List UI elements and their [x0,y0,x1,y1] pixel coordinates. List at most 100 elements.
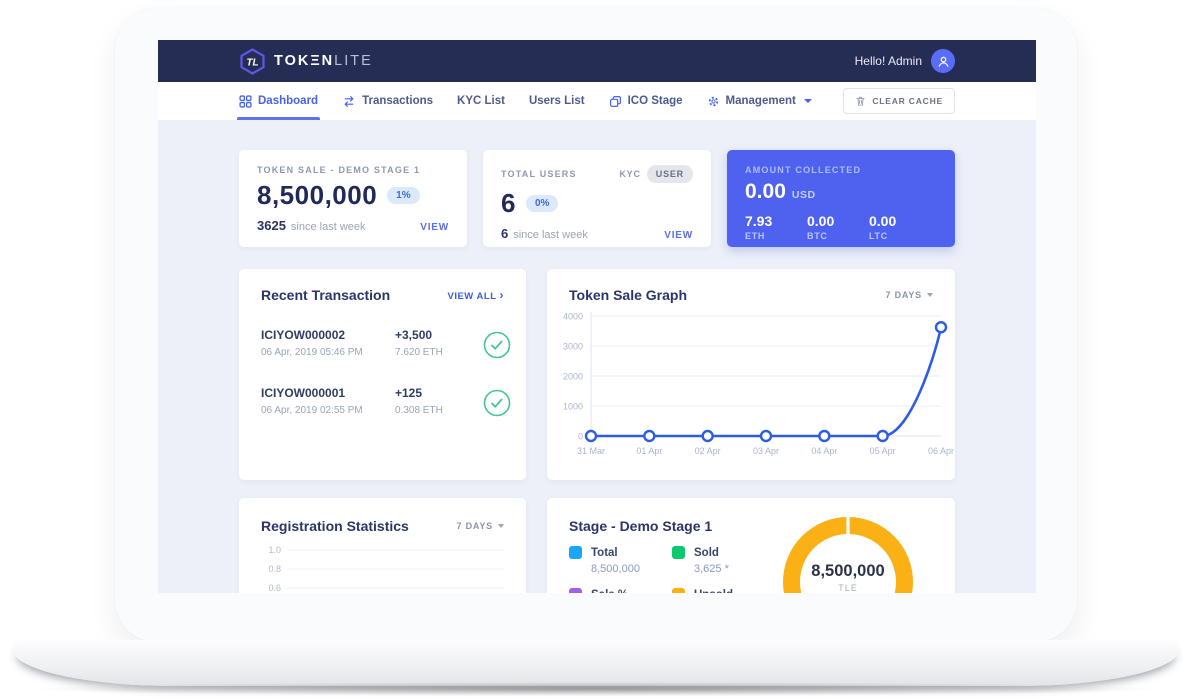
tab-label: KYC List [457,95,505,107]
svg-text:03 Apr: 03 Apr [753,446,779,456]
recent-transactions-card: Recent Transaction VIEW ALL › ICIYOW0000… [239,269,526,480]
registration-statistics-title: Registration Statistics [261,518,409,534]
token-sale-delta: 3625 [257,218,286,233]
transaction-id: ICIYOW000001 [261,386,395,400]
legend-swatch-unsold [672,588,685,593]
amount-btc: 0.00 BTC [807,213,869,241]
total-users-card: TOTAL USERS KYC USER 6 0% 6 si [483,150,711,247]
tab-dashboard[interactable]: Dashboard [239,82,318,120]
registration-statistics-card: Registration Statistics 7 DAYS 1.0 0.8 0.6 [239,498,526,593]
svg-text:05 Apr: 05 Apr [870,446,896,456]
amount-eth: 7.93 ETH [745,213,807,241]
amount-collected-card: AMOUNT COLLECTED 0.00 USD 7.93 ETH 0.00 [727,150,955,247]
stage-card: Stage - Demo Stage 1 Total 8,500,000 Sol… [547,498,955,593]
stage-gauge-chart: 8,500,000 TLE [773,498,923,593]
transaction-amount: +125 [395,386,483,400]
trash-icon [855,95,866,107]
tab-management[interactable]: Management [707,82,812,120]
tab-users-list[interactable]: Users List [529,82,585,120]
check-circle-icon [483,389,511,417]
svg-text:01 Apr: 01 Apr [636,446,662,456]
token-sale-chart: 0100020003000400031 Mar01 Apr02 Apr03 Ap… [547,308,955,466]
token-sale-percent-badge: 1% [387,187,419,204]
amount-ltc: 0.00 LTC [869,213,931,241]
laptop-shadow [40,682,1152,696]
brand: TL TOKΞNLITE [239,48,373,75]
laptop-base [12,640,1180,686]
total-users-delta: 6 [501,226,508,241]
svg-text:0: 0 [578,432,583,442]
tab-label: Users List [529,95,585,107]
brand-name: TOKΞNLITE [274,53,373,69]
token-sale-view-link[interactable]: VIEW [420,222,449,233]
svg-text:06 Apr: 06 Apr [928,446,954,456]
token-sale-card: TOKEN SALE - DEMO STAGE 1 8,500,000 1% 3… [239,150,467,247]
transaction-row[interactable]: ICIYOW000002 06 Apr, 2019 05:46 PM +3,50… [261,317,511,375]
legend-swatch-sold [672,546,685,559]
greeting-text: Hello! Admin [855,54,922,68]
tokenlite-logo-icon: TL [239,48,266,75]
stage-title: Stage - Demo Stage 1 [569,518,712,534]
tab-transactions[interactable]: Transactions [342,82,433,120]
transaction-status-icon [483,389,511,422]
total-users-view-link[interactable]: VIEW [664,230,693,241]
token-sale-value: 8,500,000 [257,180,377,211]
user-toggle[interactable]: USER [647,165,693,183]
tab-label: Transactions [362,95,433,107]
chevron-down-icon [498,524,504,528]
tab-label: Dashboard [258,95,318,107]
token-sale-graph-card: Token Sale Graph 7 DAYS 0100020003000400… [547,269,955,480]
clear-cache-button[interactable]: CLEAR CACHE [843,88,955,114]
token-sale-graph-title: Token Sale Graph [569,287,687,303]
stage-legend-item: Total 8,500,000 [569,546,672,575]
total-users-percent-badge: 0% [526,195,558,212]
view-all-link[interactable]: VIEW ALL › [447,288,511,302]
svg-text:2000: 2000 [563,372,583,382]
laptop-mockup: TL TOKΞNLITE Hello! Admin [0,0,1192,699]
token-graph-range-dropdown[interactable]: 7 DAYS [886,290,934,300]
check-circle-icon [483,331,511,359]
svg-text:3000: 3000 [563,342,583,352]
registration-chart: 1.0 0.8 0.6 [261,540,504,593]
token-sale-label: TOKEN SALE - DEMO STAGE 1 [257,165,449,175]
exchange-arrows-icon [342,95,356,108]
svg-text:1000: 1000 [563,402,583,412]
kyc-toggle[interactable]: KYC [619,169,640,179]
token-sale-delta-text: since last week [291,221,366,233]
tab-kyc-list[interactable]: KYC List [457,82,505,120]
registration-range-dropdown[interactable]: 7 DAYS [457,521,505,531]
clear-cache-label: CLEAR CACHE [872,96,943,106]
transaction-row[interactable]: ICIYOW000001 06 Apr, 2019 02:55 PM +125 … [261,375,511,433]
gear-icon [707,95,720,108]
app-screen: TL TOKΞNLITE Hello! Admin [158,40,1036,593]
grid-icon [239,95,252,108]
svg-text:0.8: 0.8 [268,564,281,574]
main-menu: Dashboard Transactions KYC List [158,82,1036,120]
amount-usd-unit: USD [792,189,816,201]
tab-label: Management [726,95,796,107]
amount-usd-value: 0.00 [745,180,786,204]
top-navbar: TL TOKΞNLITE Hello! Admin [158,40,1036,82]
svg-text:TL: TL [246,57,258,68]
gauge-center-value: 8,500,000 [811,562,884,580]
legend-swatch-sale-percent [569,588,582,593]
svg-text:02 Apr: 02 Apr [695,446,721,456]
total-users-label: TOTAL USERS [501,169,577,179]
transaction-date: 06 Apr, 2019 05:46 PM [261,347,395,358]
gauge-sold-notch [846,515,849,535]
total-users-value: 6 [501,188,516,219]
chevron-down-icon [804,99,812,103]
user-avatar[interactable] [931,49,955,73]
transaction-status-icon [483,331,511,364]
gauge-center-unit: TLE [838,583,858,593]
transaction-amount: +3,500 [395,328,483,342]
svg-text:0.6: 0.6 [268,583,281,593]
tab-ico-stage[interactable]: ICO Stage [609,82,683,120]
amount-collected-label: AMOUNT COLLECTED [745,165,937,175]
person-icon [936,54,951,69]
chevron-down-icon [927,293,933,297]
tab-label: ICO Stage [628,95,683,107]
chevron-right-icon: › [500,288,505,302]
legend-swatch-total [569,546,582,559]
svg-text:1.0: 1.0 [268,545,281,555]
